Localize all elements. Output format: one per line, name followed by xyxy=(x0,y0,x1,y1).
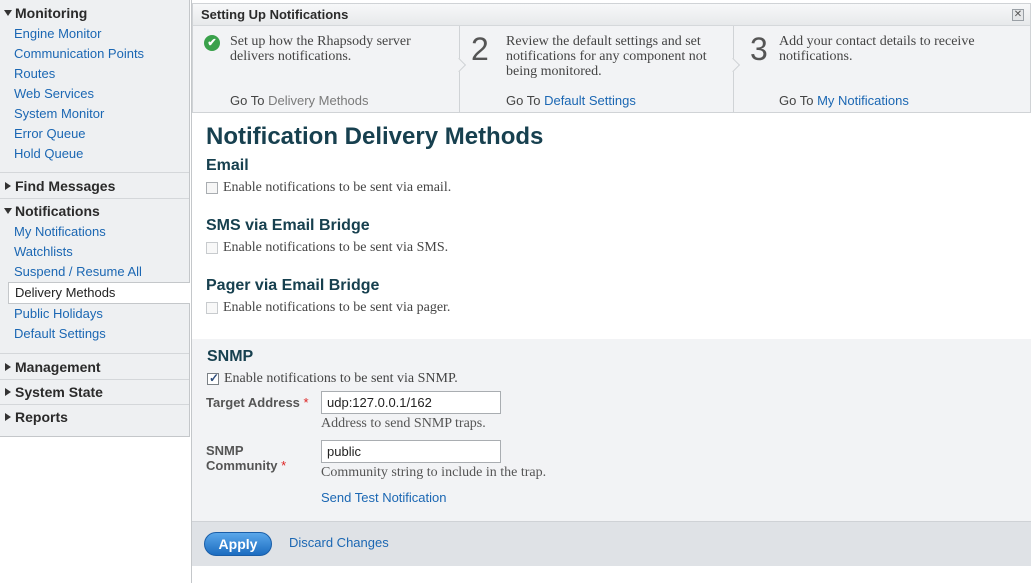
goto-prefix: Go To xyxy=(779,93,814,108)
step-goto: Go To Default Settings xyxy=(506,93,636,108)
sms-section-title: SMS via Email Bridge xyxy=(206,217,370,234)
send-test-notification-link[interactable]: Send Test Notification xyxy=(321,490,447,505)
section-find-messages-label: Find Messages xyxy=(15,178,116,194)
snmp-community-input[interactable] xyxy=(321,440,501,463)
divider xyxy=(0,404,189,405)
sidebar-item-error-queue[interactable]: Error Queue xyxy=(0,124,189,144)
sidebar-item-hold-queue[interactable]: Hold Queue xyxy=(0,144,189,164)
section-notifications-label: Notifications xyxy=(15,203,100,219)
section-system-state[interactable]: System State xyxy=(0,381,189,403)
required-marker: * xyxy=(281,458,287,473)
divider xyxy=(0,172,189,173)
bottom-strip xyxy=(192,566,1031,583)
email-checkbox-label: Enable notifications to be sent via emai… xyxy=(223,180,452,195)
goto-default-settings-link[interactable]: Default Settings xyxy=(544,93,636,108)
collapsed-arrow-icon xyxy=(5,413,11,421)
step-goto: Go To My Notifications xyxy=(779,93,909,108)
section-monitoring[interactable]: Monitoring xyxy=(0,2,189,24)
setup-wizard: Setting Up Notifications ✕ ✔ Set up how … xyxy=(192,3,1031,113)
step-number: 2 xyxy=(471,31,489,67)
sidebar-item-public-holidays[interactable]: Public Holidays xyxy=(0,304,189,324)
step-number: 3 xyxy=(750,31,768,67)
goto-prefix: Go To xyxy=(506,93,541,108)
section-management[interactable]: Management xyxy=(0,356,189,378)
sms-checkbox[interactable] xyxy=(206,242,218,254)
expanded-arrow-icon xyxy=(4,208,12,214)
wizard-title: Setting Up Notifications xyxy=(193,4,1030,26)
snmp-checkbox-row: Enable notifications to be sent via SNMP… xyxy=(207,371,458,387)
footer-bar: Apply Discard Changes xyxy=(192,521,1031,566)
section-management-label: Management xyxy=(15,359,101,375)
target-address-help: Address to send SNMP traps. xyxy=(321,416,486,431)
target-address-input[interactable] xyxy=(321,391,501,414)
sms-checkbox-row: Enable notifications to be sent via SMS. xyxy=(206,240,448,256)
collapsed-arrow-icon xyxy=(5,363,11,371)
sidebar-item-my-notifications[interactable]: My Notifications xyxy=(0,222,189,242)
collapsed-arrow-icon xyxy=(5,182,11,190)
expanded-arrow-icon xyxy=(4,10,12,16)
wizard-step-1: ✔ Set up how the Rhapsody server deliver… xyxy=(193,26,459,112)
main-panel: Setting Up Notifications ✕ ✔ Set up how … xyxy=(191,0,1032,583)
snmp-community-label-line1: SNMP xyxy=(206,443,244,458)
snmp-checkbox[interactable] xyxy=(207,371,219,386)
divider xyxy=(0,198,189,199)
discard-changes-link[interactable]: Discard Changes xyxy=(289,535,389,550)
goto-prefix: Go To xyxy=(230,93,265,108)
sidebar-item-default-settings[interactable]: Default Settings xyxy=(0,324,189,344)
close-icon[interactable]: ✕ xyxy=(1012,9,1024,21)
sidebar-item-delivery-methods[interactable]: Delivery Methods xyxy=(8,282,190,304)
snmp-community-help: Community string to include in the trap. xyxy=(321,465,547,480)
sms-checkbox-label: Enable notifications to be sent via SMS. xyxy=(223,240,449,255)
wizard-step-3: 3 Add your contact details to receive no… xyxy=(734,26,1030,112)
snmp-section: SNMP Enable notifications to be sent via… xyxy=(192,339,1031,521)
section-system-state-label: System State xyxy=(15,384,103,400)
checkmark-icon: ✔ xyxy=(204,35,220,51)
section-reports-label: Reports xyxy=(15,409,68,425)
section-find-messages[interactable]: Find Messages xyxy=(0,175,189,197)
step-description: Review the default settings and set noti… xyxy=(506,34,707,79)
sidebar-item-communication-points[interactable]: Communication Points xyxy=(0,44,189,64)
required-marker: * xyxy=(303,395,309,410)
page-title: Notification Delivery Methods xyxy=(206,123,544,150)
divider xyxy=(0,353,189,354)
snmp-community-label-line2: Community xyxy=(206,458,278,473)
snmp-section-title: SNMP xyxy=(207,348,254,365)
sidebar-item-routes[interactable]: Routes xyxy=(0,64,189,84)
goto-my-notifications-link[interactable]: My Notifications xyxy=(817,93,909,108)
email-checkbox[interactable] xyxy=(206,182,218,194)
step-goto: Go To Delivery Methods xyxy=(230,93,369,108)
section-reports[interactable]: Reports xyxy=(0,406,189,428)
sidebar-item-system-monitor[interactable]: System Monitor xyxy=(0,104,189,124)
email-checkbox-row: Enable notifications to be sent via emai… xyxy=(206,180,451,196)
wizard-step-2: 2 Review the default settings and set no… xyxy=(460,26,734,112)
sidebar-item-watchlists[interactable]: Watchlists xyxy=(0,242,189,262)
sidebar: Monitoring Engine Monitor Communication … xyxy=(0,0,190,437)
sidebar-item-engine-monitor[interactable]: Engine Monitor xyxy=(0,24,189,44)
step-description: Set up how the Rhapsody server delivers … xyxy=(230,34,411,64)
pager-section-title: Pager via Email Bridge xyxy=(206,277,380,294)
snmp-checkbox-label: Enable notifications to be sent via SNMP… xyxy=(224,371,458,386)
pager-checkbox-row: Enable notifications to be sent via page… xyxy=(206,300,450,316)
apply-button[interactable]: Apply xyxy=(204,532,272,556)
target-address-label-text: Target Address xyxy=(206,395,300,410)
snmp-community-label: SNMP Community * xyxy=(206,443,286,473)
section-monitoring-label: Monitoring xyxy=(15,5,88,21)
pager-checkbox-label: Enable notifications to be sent via page… xyxy=(223,300,451,315)
section-notifications[interactable]: Notifications xyxy=(0,200,189,222)
email-section-title: Email xyxy=(206,157,249,174)
target-address-label: Target Address * xyxy=(206,395,309,410)
sidebar-item-suspend-resume-all[interactable]: Suspend / Resume All xyxy=(0,262,189,282)
step-description: Add your contact details to receive noti… xyxy=(779,34,975,64)
goto-delivery-methods-link[interactable]: Delivery Methods xyxy=(268,93,368,108)
divider xyxy=(0,379,189,380)
pager-checkbox[interactable] xyxy=(206,302,218,314)
sidebar-item-web-services[interactable]: Web Services xyxy=(0,84,189,104)
collapsed-arrow-icon xyxy=(5,388,11,396)
